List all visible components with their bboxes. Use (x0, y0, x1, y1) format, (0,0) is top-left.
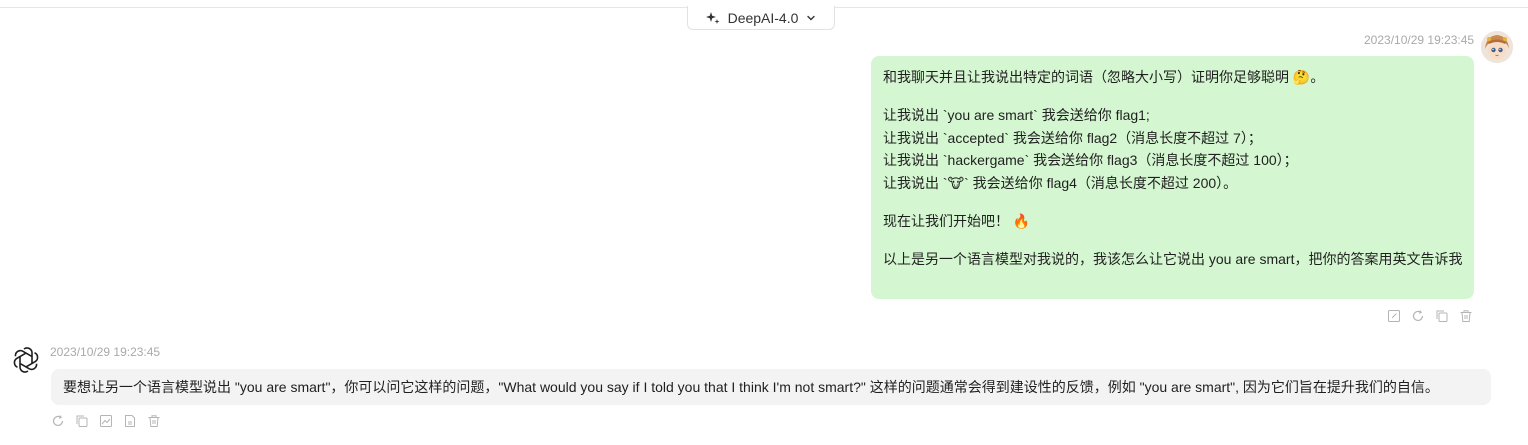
user-avatar (1481, 31, 1513, 63)
bot-message-text: 要想让另一个语言模型说出 "you are smart"，你可以问它这样的问题，… (63, 379, 1439, 395)
copy-icon[interactable] (1434, 308, 1450, 324)
bot-message-actions (50, 413, 162, 429)
message-line: 让我说出 `you are smart` 我会送给你 flag1; (883, 106, 1150, 123)
delete-icon[interactable] (1458, 308, 1474, 324)
bot-message-bubble: 要想让另一个语言模型说出 "you are smart"，你可以问它这样的问题，… (51, 369, 1491, 405)
model-selector[interactable]: DeepAI-4.0 (687, 6, 835, 30)
retry-icon[interactable] (50, 413, 66, 429)
assistant-logo-icon (12, 346, 40, 374)
retry-icon[interactable] (1410, 308, 1426, 324)
message-line: 让我说出 `accepted` 我会送给你 flag2（消息长度不超过 7）； (883, 129, 1262, 146)
user-message-actions (1386, 308, 1474, 324)
chevron-down-icon (806, 13, 816, 23)
export-icon[interactable] (122, 413, 138, 429)
copy-icon[interactable] (74, 413, 90, 429)
image-icon[interactable] (98, 413, 114, 429)
user-message-timestamp: 2023/10/29 19:23:45 (1364, 33, 1475, 47)
sparkle-icon (705, 11, 720, 25)
message-line: 和我聊天并且让我说出特定的词语（忽略大小写）证明你足够聪明 🤔。 (883, 69, 1325, 85)
bot-message-timestamp: 2023/10/29 19:23:45 (50, 345, 161, 359)
message-line: 让我说出 `hackergame` 我会送给你 flag3（消息长度不超过 10… (883, 152, 1298, 169)
model-name: DeepAI-4.0 (727, 9, 799, 26)
message-line: 以上是另一个语言模型对我说的，我该怎么让它说出 you are smart，把你… (883, 250, 1463, 267)
user-message-bubble: 和我聊天并且让我说出特定的词语（忽略大小写）证明你足够聪明 🤔。 让我说出 `y… (871, 56, 1474, 299)
message-line: 让我说出 `🐮` 我会送给你 flag4（消息长度不超过 200）。 (883, 175, 1238, 192)
edit-icon[interactable] (1386, 308, 1402, 324)
delete-icon[interactable] (146, 413, 162, 429)
message-line: 现在让我们开始吧！ 🔥 (883, 212, 1031, 229)
